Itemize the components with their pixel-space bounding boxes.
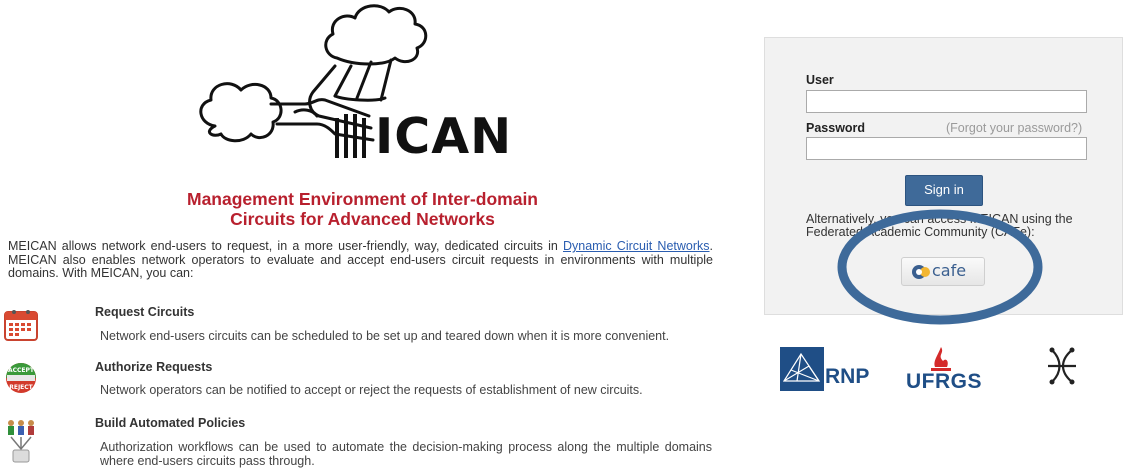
tagline-line-1: Management Environment of Inter-domain [187, 189, 538, 209]
svg-text:ACCEPT: ACCEPT [8, 367, 35, 374]
network-nodes-logo-icon [1048, 347, 1076, 385]
calendar-icon [4, 307, 38, 341]
svg-text:REJECT: REJECT [9, 384, 33, 391]
password-label: Password [806, 121, 866, 135]
feature-desc-authorize-requests: Network operators can be notified to acc… [100, 383, 643, 397]
forgot-password-link[interactable]: (Forgot your password?) [946, 121, 1082, 135]
logo-wordmark: ICAN [375, 108, 513, 165]
sign-in-button[interactable]: Sign in [905, 175, 983, 206]
intro-paragraph: MEICAN allows network end-users to reque… [8, 239, 713, 281]
feature-title-request-circuits: Request Circuits [95, 305, 195, 319]
highlight-ellipse [837, 209, 1043, 325]
user-label: User [806, 73, 834, 87]
feature-title-authorize-requests: Authorize Requests [95, 360, 213, 374]
rnp-label: RNP [825, 365, 870, 388]
meican-logo: ICAN [185, 0, 545, 180]
workflow-users-icon [4, 417, 38, 465]
ufrgs-label: UFRGS [906, 370, 982, 393]
user-input[interactable] [806, 90, 1087, 113]
feature-desc-build-automated-policies: Authorization workflows can be used to a… [100, 440, 712, 468]
feature-desc-request-circuits: Network end-users circuits can be schedu… [100, 329, 670, 343]
feature-title-build-automated-policies: Build Automated Policies [95, 416, 246, 430]
accept-reject-icon: ACCEPT REJECT [4, 361, 38, 395]
intro-text-before-link: MEICAN allows network end-users to reque… [8, 239, 563, 253]
tagline: Management Environment of Inter-domain C… [0, 189, 725, 229]
dynamic-circuit-networks-link[interactable]: Dynamic Circuit Networks [563, 239, 710, 253]
password-input[interactable] [806, 137, 1087, 160]
ufrgs-logo-icon [931, 347, 951, 371]
tagline-line-2: Circuits for Advanced Networks [230, 209, 495, 229]
rnp-logo-icon [780, 347, 824, 391]
